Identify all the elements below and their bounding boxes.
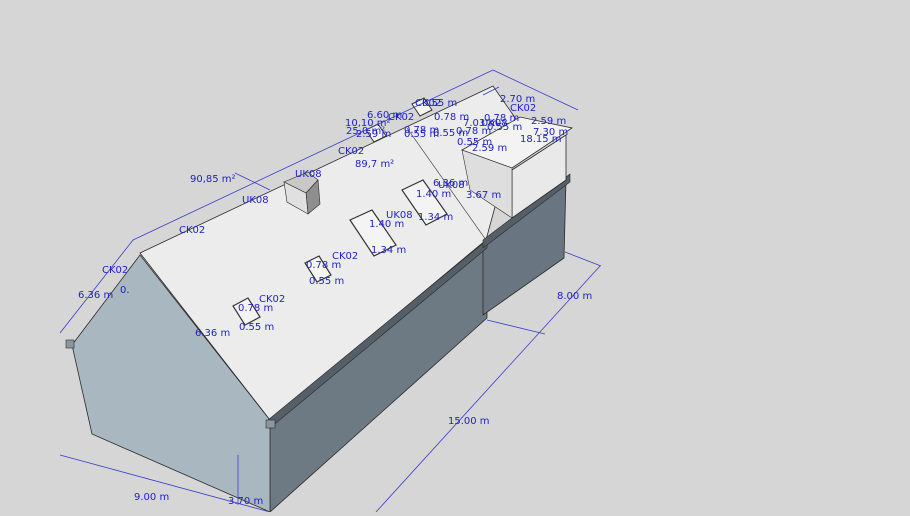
dim-2-59: 2.59 m xyxy=(531,116,566,127)
label-ck02-gable: CK02 xyxy=(102,265,128,276)
dim-18-15: 18.15 m xyxy=(520,134,562,145)
area-roof-left-label: 90,85 m² xyxy=(190,174,236,185)
dim-15-00: 15.00 m xyxy=(448,416,490,427)
win-3-height: 1.34 m xyxy=(371,245,406,256)
win-1-height: 0.55 m xyxy=(239,322,274,333)
label-ck02-eave: CK02 xyxy=(179,225,205,236)
label-ck02-upper: CK02 xyxy=(338,146,364,157)
label-uk08-chimney: UK08 xyxy=(295,169,322,180)
dim-8-00: 8.00 m xyxy=(557,291,592,302)
dim-3-67: 3.67 m xyxy=(466,190,501,201)
area-roof-center-label: 89,7 m² xyxy=(355,159,394,170)
corner-eave-cap xyxy=(265,419,276,429)
cluster-dim-3: 2.59 m xyxy=(356,129,391,140)
dim-3-70: 3.70 m xyxy=(228,496,263,507)
label-ck02-win1: CK02 xyxy=(259,294,285,305)
label-ck02-top1: CK02 xyxy=(388,112,414,123)
cluster-dim-7: 0.55 m xyxy=(404,129,439,140)
win-4-height: 1.34 m xyxy=(418,212,453,223)
label-uk08-win4: UK08 xyxy=(438,180,465,191)
sketchup-viewport[interactable]: 90,85 m² 89,7 m² 6.36 m 0. 6.36 m 6.36 m… xyxy=(0,0,910,513)
cluster-dim-12: 2.59 m xyxy=(472,143,507,154)
cluster-dim-9: 0.78 m xyxy=(456,126,491,137)
label-uk08-win3: UK08 xyxy=(386,210,413,221)
cluster-dim-14: 0.55 m xyxy=(422,98,457,109)
dim-6-36-gable: 6.36 m xyxy=(195,328,230,339)
dim-partial: 0. xyxy=(120,285,130,296)
house-model-drawing[interactable]: 90,85 m² 89,7 m² 6.36 m 0. 6.36 m 6.36 m… xyxy=(0,0,910,513)
label-uk08-eave: UK08 xyxy=(242,195,269,206)
dim-6-36-left: 6.36 m xyxy=(78,290,113,301)
cluster-dim-13: 0.78 m xyxy=(484,113,519,124)
gable-eave-cap xyxy=(65,339,75,349)
win-2-height: 0.55 m xyxy=(309,276,344,287)
label-ck02-win2: CK02 xyxy=(332,251,358,262)
dim-9-00: 9.00 m xyxy=(134,492,169,503)
